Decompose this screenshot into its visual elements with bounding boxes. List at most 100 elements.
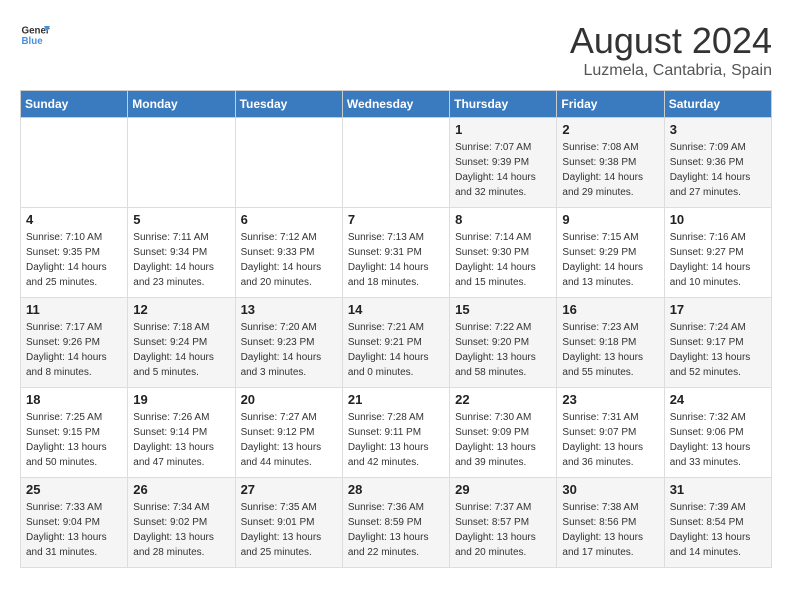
day-number: 5 [133, 212, 229, 227]
day-info: Sunrise: 7:25 AMSunset: 9:15 PMDaylight:… [26, 410, 122, 470]
day-number: 12 [133, 302, 229, 317]
calendar-cell: 23 Sunrise: 7:31 AMSunset: 9:07 PMDayligh… [557, 388, 664, 478]
calendar-cell: 12 Sunrise: 7:18 AMSunset: 9:24 PMDayligh… [128, 298, 235, 388]
calendar-cell: 29Sunrise: 7:37 AMSunset: 8:57 PMDayligh… [450, 478, 557, 568]
day-info: Sunrise: 7:10 AMSunset: 9:35 PMDaylight:… [26, 230, 122, 290]
calendar-table: SundayMondayTuesdayWednesdayThursdayFrid… [20, 90, 772, 568]
calendar-cell: 1 Sunrise: 7:07 AMSunset: 9:39 PMDaylight… [450, 118, 557, 208]
day-number: 16 [562, 302, 658, 317]
calendar-cell: 17 Sunrise: 7:24 AMSunset: 9:17 PMDayligh… [664, 298, 771, 388]
calendar-cell: 14 Sunrise: 7:21 AMSunset: 9:21 PMDayligh… [342, 298, 449, 388]
day-info: Sunrise: 7:20 AMSunset: 9:23 PMDaylight:… [241, 320, 337, 380]
month-title: August 2024 [570, 20, 772, 62]
calendar-week-5: 25 Sunrise: 7:33 AMSunset: 9:04 PMDayligh… [21, 478, 772, 568]
day-info: Sunrise: 7:23 AMSunset: 9:18 PMDaylight:… [562, 320, 658, 380]
day-info: Sunrise: 7:22 AMSunset: 9:20 PMDaylight:… [455, 320, 551, 380]
day-info: Sunrise: 7:36 AMSunset: 8:59 PMDaylight:… [348, 500, 444, 560]
calendar-cell [21, 118, 128, 208]
day-info: Sunrise: 7:35 AMSunset: 9:01 PMDaylight:… [241, 500, 337, 560]
calendar-cell: 7 Sunrise: 7:13 AMSunset: 9:31 PMDaylight… [342, 208, 449, 298]
calendar-cell: 25 Sunrise: 7:33 AMSunset: 9:04 PMDayligh… [21, 478, 128, 568]
day-info: Sunrise: 7:24 AMSunset: 9:17 PMDaylight:… [670, 320, 766, 380]
location-subtitle: Luzmela, Cantabria, Spain [570, 62, 772, 80]
day-info: Sunrise: 7:07 AMSunset: 9:39 PMDaylight:… [455, 140, 551, 200]
day-number: 8 [455, 212, 551, 227]
weekday-header-row: SundayMondayTuesdayWednesdayThursdayFrid… [21, 91, 772, 118]
day-number: 7 [348, 212, 444, 227]
day-info: Sunrise: 7:17 AMSunset: 9:26 PMDaylight:… [26, 320, 122, 380]
calendar-cell: 16 Sunrise: 7:23 AMSunset: 9:18 PMDayligh… [557, 298, 664, 388]
day-number: 23 [562, 392, 658, 407]
calendar-cell: 28 Sunrise: 7:36 AMSunset: 8:59 PMDayligh… [342, 478, 449, 568]
day-info: Sunrise: 7:26 AMSunset: 9:14 PMDaylight:… [133, 410, 229, 470]
calendar-cell: 27 Sunrise: 7:35 AMSunset: 9:01 PMDayligh… [235, 478, 342, 568]
calendar-week-1: 1 Sunrise: 7:07 AMSunset: 9:39 PMDaylight… [21, 118, 772, 208]
day-number: 31 [670, 482, 766, 497]
day-number: 6 [241, 212, 337, 227]
weekday-header-saturday: Saturday [664, 91, 771, 118]
day-number: 9 [562, 212, 658, 227]
weekday-header-friday: Friday [557, 91, 664, 118]
calendar-cell: 10 Sunrise: 7:16 AMSunset: 9:27 PMDayligh… [664, 208, 771, 298]
day-info: Sunrise: 7:09 AMSunset: 9:36 PMDaylight:… [670, 140, 766, 200]
calendar-week-4: 18 Sunrise: 7:25 AMSunset: 9:15 PMDayligh… [21, 388, 772, 478]
day-number: 18 [26, 392, 122, 407]
day-info: Sunrise: 7:12 AMSunset: 9:33 PMDaylight:… [241, 230, 337, 290]
day-info: Sunrise: 7:16 AMSunset: 9:27 PMDaylight:… [670, 230, 766, 290]
day-number: 11 [26, 302, 122, 317]
day-info: Sunrise: 7:34 AMSunset: 9:02 PMDaylight:… [133, 500, 229, 560]
calendar-week-2: 4Sunrise: 7:10 AMSunset: 9:35 PMDaylight… [21, 208, 772, 298]
day-number: 24 [670, 392, 766, 407]
day-info: Sunrise: 7:21 AMSunset: 9:21 PMDaylight:… [348, 320, 444, 380]
calendar-cell: 31 Sunrise: 7:39 AMSunset: 8:54 PMDayligh… [664, 478, 771, 568]
day-info: Sunrise: 7:15 AMSunset: 9:29 PMDaylight:… [562, 230, 658, 290]
calendar-cell: 3 Sunrise: 7:09 AMSunset: 9:36 PMDaylight… [664, 118, 771, 208]
calendar-cell: 19 Sunrise: 7:26 AMSunset: 9:14 PMDayligh… [128, 388, 235, 478]
day-number: 26 [133, 482, 229, 497]
day-info: Sunrise: 7:30 AMSunset: 9:09 PMDaylight:… [455, 410, 551, 470]
weekday-header-sunday: Sunday [21, 91, 128, 118]
day-number: 19 [133, 392, 229, 407]
calendar-cell: 21Sunrise: 7:28 AMSunset: 9:11 PMDayligh… [342, 388, 449, 478]
calendar-cell: 11 Sunrise: 7:17 AMSunset: 9:26 PMDayligh… [21, 298, 128, 388]
calendar-cell: 18 Sunrise: 7:25 AMSunset: 9:15 PMDayligh… [21, 388, 128, 478]
day-number: 1 [455, 122, 551, 137]
day-info: Sunrise: 7:14 AMSunset: 9:30 PMDaylight:… [455, 230, 551, 290]
day-info: Sunrise: 7:13 AMSunset: 9:31 PMDaylight:… [348, 230, 444, 290]
day-number: 20 [241, 392, 337, 407]
day-number: 3 [670, 122, 766, 137]
weekday-header-thursday: Thursday [450, 91, 557, 118]
day-info: Sunrise: 7:27 AMSunset: 9:12 PMDaylight:… [241, 410, 337, 470]
title-area: August 2024 Luzmela, Cantabria, Spain [570, 20, 772, 80]
svg-text:Blue: Blue [22, 36, 44, 47]
day-number: 14 [348, 302, 444, 317]
day-number: 15 [455, 302, 551, 317]
day-info: Sunrise: 7:31 AMSunset: 9:07 PMDaylight:… [562, 410, 658, 470]
day-info: Sunrise: 7:28 AMSunset: 9:11 PMDaylight:… [348, 410, 444, 470]
day-number: 10 [670, 212, 766, 227]
day-info: Sunrise: 7:39 AMSunset: 8:54 PMDaylight:… [670, 500, 766, 560]
logo: General Blue [20, 20, 50, 50]
day-number: 30 [562, 482, 658, 497]
calendar-cell: 30Sunrise: 7:38 AMSunset: 8:56 PMDayligh… [557, 478, 664, 568]
day-number: 2 [562, 122, 658, 137]
day-number: 25 [26, 482, 122, 497]
day-info: Sunrise: 7:37 AMSunset: 8:57 PMDaylight:… [455, 500, 551, 560]
calendar-cell: 9 Sunrise: 7:15 AMSunset: 9:29 PMDaylight… [557, 208, 664, 298]
calendar-cell [128, 118, 235, 208]
day-info: Sunrise: 7:18 AMSunset: 9:24 PMDaylight:… [133, 320, 229, 380]
calendar-cell: 5 Sunrise: 7:11 AMSunset: 9:34 PMDaylight… [128, 208, 235, 298]
calendar-cell: 6 Sunrise: 7:12 AMSunset: 9:33 PMDaylight… [235, 208, 342, 298]
day-info: Sunrise: 7:33 AMSunset: 9:04 PMDaylight:… [26, 500, 122, 560]
calendar-week-3: 11 Sunrise: 7:17 AMSunset: 9:26 PMDayligh… [21, 298, 772, 388]
day-info: Sunrise: 7:08 AMSunset: 9:38 PMDaylight:… [562, 140, 658, 200]
weekday-header-wednesday: Wednesday [342, 91, 449, 118]
day-info: Sunrise: 7:11 AMSunset: 9:34 PMDaylight:… [133, 230, 229, 290]
day-number: 27 [241, 482, 337, 497]
calendar-cell: 8 Sunrise: 7:14 AMSunset: 9:30 PMDaylight… [450, 208, 557, 298]
calendar-cell: 20 Sunrise: 7:27 AMSunset: 9:12 PMDayligh… [235, 388, 342, 478]
day-info: Sunrise: 7:32 AMSunset: 9:06 PMDaylight:… [670, 410, 766, 470]
header: General Blue August 2024 Luzmela, Cantab… [20, 20, 772, 80]
day-number: 17 [670, 302, 766, 317]
day-number: 28 [348, 482, 444, 497]
